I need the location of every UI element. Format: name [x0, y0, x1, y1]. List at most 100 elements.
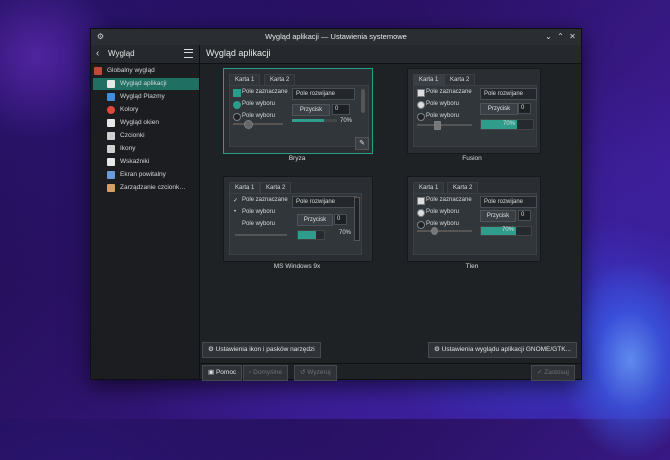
- scrollbar[interactable]: [354, 197, 360, 241]
- radio-label-1: Pole wyboru: [242, 209, 276, 215]
- close-icon[interactable]: ✕: [567, 31, 578, 42]
- scrollbar[interactable]: [361, 89, 365, 113]
- slider-handle[interactable]: [431, 227, 438, 235]
- sidebar-item-app-style[interactable]: Wygląd aplikacji: [93, 78, 199, 90]
- splash-icon: [107, 171, 115, 179]
- style-preview-windows9x[interactable]: Karta 1 Karta 2 ✓ Pole zaznaczane • Pole…: [223, 176, 373, 262]
- radio-label-2: Pole wyboru: [242, 221, 276, 227]
- sidebar-item-icons[interactable]: Ikony: [93, 143, 199, 155]
- radio-button[interactable]: [233, 113, 241, 121]
- colors-icon: [107, 106, 115, 114]
- title-bar[interactable]: ⚙ Wygląd aplikacji — Ustawienia systemow…: [91, 29, 581, 45]
- style-preview-bryza[interactable]: Karta 1 Karta 2 Pole zaznaczane Pole wyb…: [223, 68, 373, 154]
- radio-label-1: Pole wyboru: [242, 101, 276, 107]
- sidebar-item-colors[interactable]: Kolory: [93, 104, 199, 116]
- icons-icon: [107, 145, 115, 153]
- slider-handle[interactable]: [434, 121, 441, 130]
- push-button[interactable]: Przycisk: [292, 104, 330, 116]
- sidebar: ‹ Wygląd Globalny wygląd Wygląd aplikacj…: [91, 45, 200, 379]
- radio-label-2: Pole wyboru: [426, 221, 460, 227]
- spin-box[interactable]: 0: [518, 103, 531, 114]
- combo-box[interactable]: Pole rozwijane: [292, 88, 355, 100]
- slider[interactable]: [233, 123, 283, 125]
- help-icon: ▣: [208, 369, 216, 376]
- settings-icon: ⚙: [434, 346, 442, 353]
- radio-button[interactable]: [417, 221, 425, 229]
- radio-label-1: Pole wyboru: [426, 209, 460, 215]
- sidebar-item-fonts[interactable]: Czcionki: [93, 130, 199, 142]
- progress-fill: [298, 231, 317, 239]
- slider[interactable]: [235, 234, 287, 236]
- sidebar-title: Wygląd: [108, 49, 135, 58]
- spin-box[interactable]: 0: [334, 214, 347, 225]
- checkbox-label: Pole zaznaczane: [242, 197, 288, 203]
- global-theme-icon: [94, 67, 102, 75]
- progress-fill: [292, 119, 324, 122]
- style-name-bryza: Bryza: [288, 155, 306, 162]
- icons-toolbars-settings-button[interactable]: ⚙ Ustawienia ikon i pasków narzędzi: [202, 342, 321, 358]
- fonts-icon: [107, 132, 115, 140]
- push-button[interactable]: Przycisk: [480, 103, 518, 115]
- help-button[interactable]: ▣ Pomoc: [202, 365, 243, 381]
- window-title: Wygląd aplikacji — Ustawienia systemowe: [265, 32, 407, 41]
- checkbox[interactable]: [417, 89, 425, 97]
- slider[interactable]: [417, 124, 472, 126]
- progress-bar: 70%: [480, 226, 532, 236]
- sidebar-item-window-decorations[interactable]: Wygląd okien: [93, 117, 199, 129]
- apply-button[interactable]: ✓ Zastosuj: [531, 365, 575, 381]
- spin-box[interactable]: 0: [518, 210, 531, 221]
- preview-content: ✓ Pole zaznaczane • Pole wyboru Pole wyb…: [229, 193, 362, 255]
- progress-label: 70%: [503, 121, 516, 127]
- slider-handle[interactable]: [244, 120, 253, 129]
- checkbox-label: Pole zaznaczane: [426, 197, 472, 203]
- slider[interactable]: [417, 230, 472, 232]
- radio-button[interactable]: [417, 113, 425, 121]
- check-mark[interactable]: ✓: [233, 197, 238, 204]
- progress-bar: 70%: [480, 119, 534, 130]
- style-preview-fusion[interactable]: Karta 1 Karta 2 Pole zaznaczane Pole wyb…: [407, 68, 541, 154]
- preview-content: Pole zaznaczane Pole wyboru Pole wyboru …: [413, 193, 537, 255]
- progress-label: 70%: [340, 118, 353, 124]
- push-button[interactable]: Przycisk: [297, 214, 333, 226]
- sidebar-item-global-theme[interactable]: Globalny wygląd: [91, 65, 199, 77]
- window-decoration-icon: [107, 119, 115, 127]
- radio-label-2: Pole wyboru: [242, 113, 276, 119]
- sidebar-item-font-management[interactable]: Zarządzanie czcionk…: [93, 182, 199, 194]
- defaults-button[interactable]: ▫ Domyślne: [243, 365, 289, 381]
- hamburger-menu-icon[interactable]: [184, 49, 193, 58]
- checkbox[interactable]: [417, 197, 425, 205]
- app-style-icon: [107, 80, 115, 88]
- reset-button[interactable]: ↺ Wyzeruj: [294, 365, 337, 381]
- cursors-icon: [107, 158, 115, 166]
- combo-box[interactable]: Pole rozwijane: [292, 196, 357, 208]
- radio-dot-checked[interactable]: •: [234, 209, 236, 215]
- page-title: Wygląd aplikacji: [206, 48, 271, 58]
- plasma-style-icon: [107, 93, 115, 101]
- checkbox[interactable]: [233, 89, 241, 97]
- settings-icon: ⚙: [208, 346, 216, 353]
- push-button[interactable]: Przycisk: [480, 210, 516, 222]
- spin-box[interactable]: 0: [332, 104, 350, 115]
- combo-box[interactable]: Pole rozwijane: [480, 196, 537, 208]
- radio-button-checked[interactable]: [233, 101, 241, 109]
- progress-bar: [292, 119, 337, 122]
- progress-label: 70%: [502, 227, 515, 233]
- preview-content: Pole zaznaczane Pole wyboru Pole wyboru …: [229, 85, 369, 147]
- sidebar-item-cursors[interactable]: Wskaźniki: [93, 156, 199, 168]
- radio-button-checked[interactable]: [417, 101, 425, 109]
- back-arrow-icon[interactable]: ‹: [96, 48, 99, 59]
- style-preview-tlen[interactable]: Karta 1 Karta 2 Pole zaznaczane Pole wyb…: [407, 176, 541, 262]
- maximize-icon[interactable]: ⌃: [555, 31, 566, 42]
- combo-box[interactable]: Pole rozwijane: [480, 88, 537, 100]
- progress-bar: [297, 230, 325, 240]
- sidebar-item-splash-screen[interactable]: Ekran powitalny: [93, 169, 199, 181]
- gtk-settings-button[interactable]: ⚙ Ustawienia wyglądu aplikacji GNOME/GTK…: [428, 342, 577, 358]
- radio-label-2: Pole wyboru: [426, 113, 460, 119]
- minimize-icon[interactable]: ⌄: [543, 31, 554, 42]
- radio-button-checked[interactable]: [417, 209, 425, 217]
- edit-pencil-icon[interactable]: ✎: [355, 137, 369, 150]
- checkbox-label: Pole zaznaczane: [242, 89, 288, 95]
- main-panel: Wygląd aplikacji Karta 1 Karta 2 Pole za…: [200, 45, 581, 381]
- font-management-icon: [107, 184, 115, 192]
- sidebar-item-plasma-style[interactable]: Wygląd Plazmy: [93, 91, 199, 103]
